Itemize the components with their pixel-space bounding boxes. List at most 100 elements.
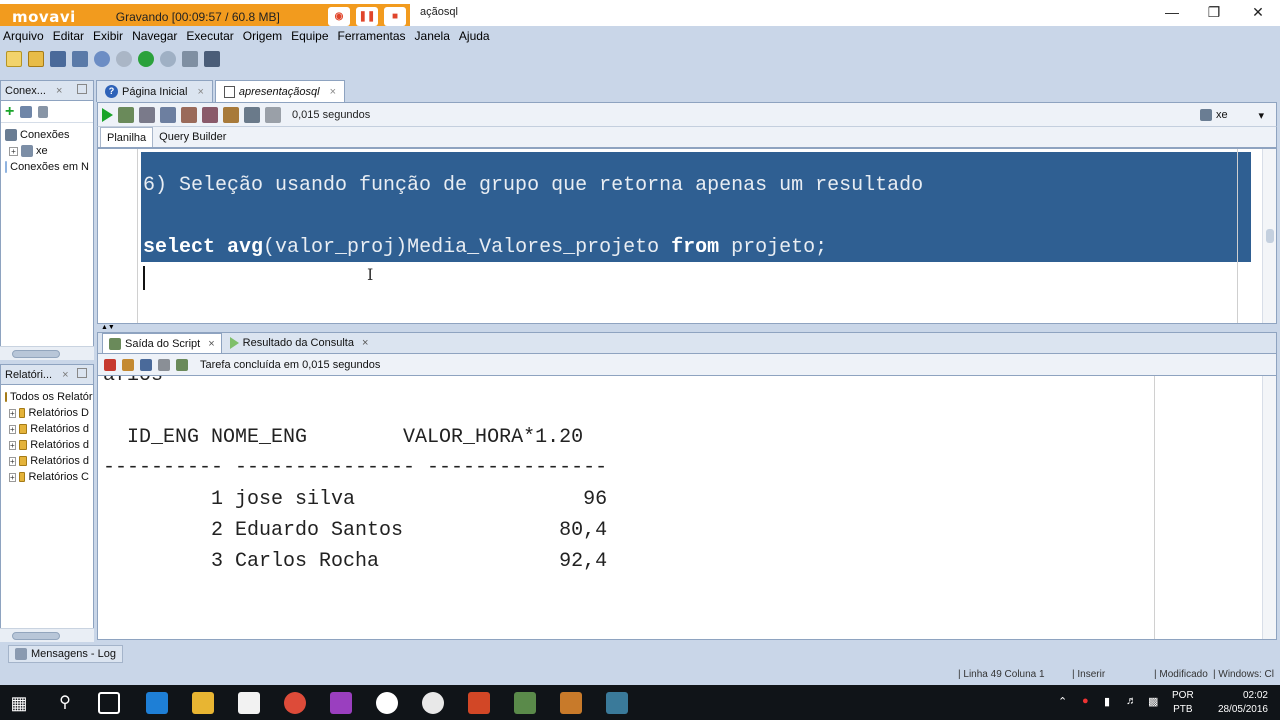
tab-script-output[interactable]: Saída do Script ×	[102, 333, 222, 353]
eraser-icon[interactable]	[122, 358, 134, 371]
filter-icon[interactable]	[38, 105, 49, 118]
format-icon[interactable]	[265, 106, 281, 123]
refresh-icon[interactable]	[20, 105, 33, 118]
editor-vscroll[interactable]	[1262, 149, 1276, 323]
scroll-thumb[interactable]	[1266, 229, 1274, 243]
menu-arquivo[interactable]: Arquivo	[3, 29, 44, 43]
close-icon[interactable]: ×	[330, 86, 336, 98]
pin-icon[interactable]	[104, 358, 116, 371]
print-icon[interactable]	[158, 358, 170, 371]
sql-editor[interactable]: 6) Seleção usando função de grupo que re…	[97, 148, 1277, 324]
scroll-thumb[interactable]	[12, 632, 60, 640]
recorder-icon[interactable]	[606, 692, 628, 714]
minimize-panel-icon[interactable]	[77, 368, 87, 378]
reports-hscroll[interactable]	[0, 628, 94, 642]
tab-pagina-inicial[interactable]: ? Página Inicial ×	[96, 80, 213, 102]
tree-item-conexoes[interactable]: Conexões	[5, 127, 89, 143]
connections-tab[interactable]: Conex... ×	[1, 81, 93, 101]
undo-icon[interactable]	[94, 51, 110, 67]
open-folder-icon[interactable]	[28, 51, 44, 67]
menu-ferramentas[interactable]: Ferramentas	[338, 29, 406, 43]
expand-icon[interactable]: +	[9, 440, 16, 450]
connections-hscroll[interactable]	[0, 346, 94, 360]
chrome-icon[interactable]	[284, 692, 306, 714]
language-indicator[interactable]: POR PTB	[1172, 689, 1194, 717]
hp-icon[interactable]	[376, 692, 398, 714]
menu-janela[interactable]: Janela	[415, 29, 450, 43]
explain-plan-icon[interactable]	[181, 106, 197, 123]
file-explorer-icon[interactable]	[192, 692, 214, 714]
tab-query-result[interactable]: Resultado da Consulta ×	[224, 333, 375, 353]
menu-navegar[interactable]: Navegar	[132, 29, 177, 43]
tree-item-all-reports[interactable]: Todos os Relatór	[5, 389, 93, 405]
menu-equipe[interactable]: Equipe	[291, 29, 328, 43]
volume-icon[interactable]: ♬	[1126, 695, 1137, 707]
expand-icon[interactable]: +	[9, 146, 18, 156]
save-icon[interactable]	[50, 51, 66, 67]
code-area[interactable]: 6) Seleção usando função de grupo que re…	[141, 149, 1251, 323]
restore-button[interactable]: ❐	[1194, 2, 1234, 24]
save-all-icon[interactable]	[72, 51, 88, 67]
record-icon[interactable]: ◉	[328, 7, 350, 26]
autotrace-icon[interactable]	[202, 106, 218, 123]
photo-icon[interactable]	[560, 692, 582, 714]
rollback-icon[interactable]	[160, 106, 176, 123]
app-icon[interactable]	[330, 692, 352, 714]
tree-item-report[interactable]: + Relatórios d	[5, 437, 89, 453]
search-icon[interactable]: ⚲	[54, 692, 76, 714]
clear-icon[interactable]	[223, 106, 239, 123]
sql-monitor-icon[interactable]	[182, 51, 198, 67]
add-connection-icon[interactable]: +	[5, 103, 14, 121]
splitter-handle[interactable]: ▲▼	[97, 324, 1277, 332]
save-output-icon[interactable]	[140, 358, 152, 371]
expand-icon[interactable]: +	[9, 472, 16, 482]
close-button[interactable]: ✕	[1238, 2, 1278, 24]
stop-icon[interactable]: ■	[384, 7, 406, 26]
tab-query-builder[interactable]: Query Builder	[153, 127, 232, 147]
close-icon[interactable]: ×	[56, 85, 62, 97]
app-icon[interactable]	[422, 692, 444, 714]
back-icon[interactable]	[138, 51, 154, 67]
run-statement-icon[interactable]	[102, 107, 113, 122]
reports-tab[interactable]: Relatóri... ×	[1, 365, 93, 385]
new-file-icon[interactable]	[6, 51, 22, 67]
clock[interactable]: 02:02 28/05/2016	[1218, 689, 1268, 717]
task-view-icon[interactable]	[98, 692, 120, 714]
edge-icon[interactable]	[146, 692, 168, 714]
tree-item-report[interactable]: + Relatórios C	[5, 469, 89, 485]
windows-start-icon[interactable]: ▦	[8, 692, 30, 714]
output-vscroll[interactable]	[1262, 376, 1276, 639]
tree-item-report[interactable]: + Relatórios d	[5, 453, 89, 469]
scroll-thumb[interactable]	[12, 350, 60, 358]
forward-icon[interactable]	[160, 51, 176, 67]
network-icon[interactable]: ▩	[1148, 695, 1158, 708]
tree-item-report[interactable]: + Relatórios d	[5, 421, 89, 437]
tree-item-network[interactable]: Conexões em N	[5, 159, 89, 175]
minimize-panel-icon[interactable]	[77, 84, 87, 94]
history-icon[interactable]	[244, 106, 260, 123]
menu-origem[interactable]: Origem	[243, 29, 282, 43]
battery-icon[interactable]: ▮	[1104, 695, 1110, 708]
tree-item-report[interactable]: + Relatórios D	[5, 405, 89, 421]
menu-ajuda[interactable]: Ajuda	[459, 29, 490, 43]
sql-developer-icon[interactable]	[514, 692, 536, 714]
menu-executar[interactable]: Executar	[186, 29, 233, 43]
connection-select[interactable]: xe ▾	[1200, 106, 1264, 124]
acrobat-icon[interactable]: ●	[1082, 695, 1089, 707]
pause-icon[interactable]: ❚❚	[356, 7, 378, 26]
menu-editar[interactable]: Editar	[53, 29, 84, 43]
expand-icon[interactable]: +	[9, 424, 16, 434]
tab-apresentacao-sql[interactable]: apresentaçãosql ×	[214, 80, 346, 102]
run-script-icon[interactable]	[118, 106, 134, 123]
close-icon[interactable]: ×	[62, 369, 68, 381]
chevron-up-icon[interactable]: ⌃	[1058, 695, 1067, 708]
tab-planilha[interactable]: Planilha	[100, 127, 154, 147]
commit-icon[interactable]	[139, 106, 155, 123]
close-icon[interactable]: ×	[197, 86, 203, 98]
menu-exibir[interactable]: Exibir	[93, 29, 123, 43]
tree-item-xe[interactable]: + xe	[5, 143, 89, 159]
minimize-button[interactable]: —	[1152, 2, 1192, 24]
binoculars-icon[interactable]	[204, 51, 220, 67]
script-output-area[interactable]: afios ID_ENG NOME_ENG VALOR_HORA*1.20 --…	[97, 376, 1277, 640]
powerpoint-icon[interactable]	[468, 692, 490, 714]
